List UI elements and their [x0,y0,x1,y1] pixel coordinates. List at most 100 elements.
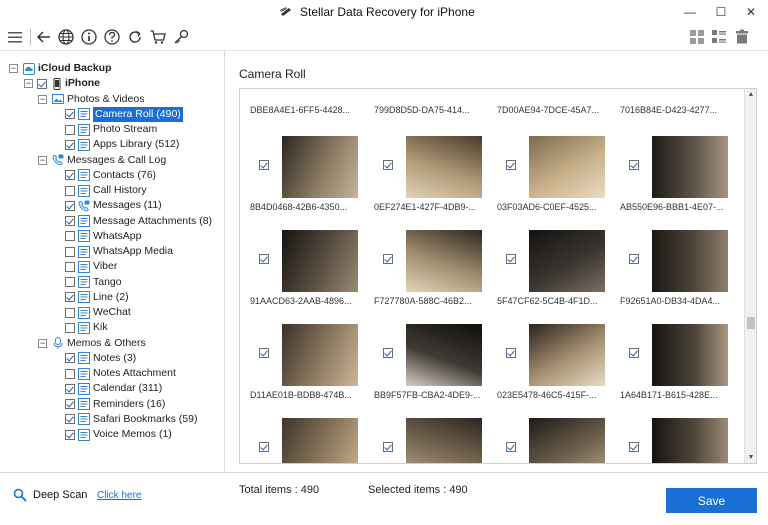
tree-item-checkbox[interactable] [65,200,75,211]
minimize-button[interactable]: — [680,3,700,21]
tree-item-checkbox[interactable] [65,170,75,181]
tree-group-memos[interactable]: − Memos & Others [0,336,224,351]
thumbnail-checkbox[interactable] [629,254,639,264]
thumbnail-item[interactable]: F727780A-588C-46B2... [374,230,498,325]
root-expander-icon[interactable]: − [9,64,18,73]
thumbnail-item[interactable]: 1A64B171-B615-428E... [620,324,744,419]
thumbnail-item[interactable]: AB550E96-BBB1-4E07-... [620,136,744,231]
tree-item-checkbox[interactable] [65,429,75,440]
back-arrow-icon[interactable] [35,28,53,46]
tree-item-checkbox[interactable] [65,109,75,120]
tree-item-checkbox[interactable] [65,185,75,196]
thumbnail-item[interactable]: 5F47CF62-5C4B-4F1D... [497,230,621,325]
tree-item-checkbox[interactable] [65,368,75,379]
tree-item-photo-stream[interactable]: Photo Stream [0,122,224,137]
tree-item-checkbox[interactable] [65,231,75,242]
group-expander-icon[interactable]: − [38,94,47,104]
thumbnail-checkbox[interactable] [259,254,269,264]
menu-icon[interactable] [6,28,24,46]
tree-item-line[interactable]: Line (2) [0,290,224,305]
thumbnail-checkbox[interactable] [629,348,639,358]
thumbnail-checkbox[interactable] [629,442,639,452]
thumbnail-item[interactable] [376,418,498,463]
thumbnail-checkbox[interactable] [259,442,269,452]
tree-item-checkbox[interactable] [65,124,75,135]
tree-item-kik[interactable]: Kik [0,320,224,335]
tree-item-checkbox[interactable] [65,414,75,425]
tree-item-checkbox[interactable] [65,246,75,257]
thumbnail-item[interactable]: 8B4D0468-42B6-4350... [250,136,374,231]
help-icon[interactable] [103,28,121,46]
thumbnail-checkbox[interactable] [383,160,393,170]
tree-item-checkbox[interactable] [65,353,75,364]
tree-item-checkbox[interactable] [65,277,75,287]
thumbnail-item[interactable]: D11AE01B-BDB8-474B... [250,324,374,419]
thumbnail-item[interactable]: F92651A0-DB34-4DA4... [620,230,744,325]
tree-item-checkbox[interactable] [65,139,75,150]
thumbnail-item[interactable] [622,418,744,463]
scroll-down-arrow-icon[interactable]: ▼ [747,454,755,461]
tree-item-checkbox[interactable] [65,261,75,272]
tree-item-reminders[interactable]: Reminders (16) [0,397,224,412]
tree-group-messages[interactable]: − Messages & Call Log [0,153,224,168]
thumbnail-checkbox[interactable] [506,348,516,358]
save-button[interactable]: Save [666,488,757,513]
info-icon[interactable] [80,28,98,46]
tree-item-checkbox[interactable] [65,307,75,318]
thumbnail-checkbox[interactable] [383,442,393,452]
tree-item-camera-roll[interactable]: Camera Roll (490) [0,106,224,122]
trash-icon[interactable] [733,28,751,46]
tree-item-apps-library[interactable]: Apps Library (512) [0,137,224,152]
tree-item-checkbox[interactable] [65,322,75,333]
tree-device-iphone[interactable]: − iPhone [0,76,224,91]
tree-item-message-attachments[interactable]: Message Attachments (8) [0,214,224,229]
deep-scan-link[interactable]: Click here [97,490,141,501]
thumbnail-checkbox[interactable] [383,348,393,358]
list-view-icon[interactable] [710,28,728,46]
group-expander-icon[interactable]: − [38,155,47,165]
tree-item-checkbox[interactable] [65,399,75,409]
device-checkbox[interactable] [37,78,47,89]
tree-item-tango[interactable]: Tango [0,275,224,290]
vertical-scrollbar[interactable]: ▲ ▼ [744,89,756,463]
maximize-button[interactable]: ☐ [711,3,731,21]
group-expander-icon[interactable]: − [38,338,47,348]
tree-group-photos[interactable]: − Photos & Videos [0,92,224,107]
thumbnail-item[interactable]: 03F03AD6-C0EF-4525... [497,136,621,231]
thumbnail-item[interactable]: 023E5478-46C5-415F-... [497,324,621,419]
tree-item-voice-memos[interactable]: Voice Memos (1) [0,427,224,442]
tree-item-messages[interactable]: Messages (11) [0,198,224,213]
tree-item-viber[interactable]: Viber [0,259,224,274]
tree-item-wechat[interactable]: WeChat [0,305,224,320]
thumbnail-checkbox[interactable] [383,254,393,264]
tree-item-checkbox[interactable] [65,292,75,303]
tree-root-icloud-backup[interactable]: − iCloud Backup [0,61,224,76]
key-icon[interactable] [172,28,190,46]
scroll-up-arrow-icon[interactable]: ▲ [747,91,755,98]
tree-item-safari-bookmarks[interactable]: Safari Bookmarks (59) [0,412,224,427]
cart-icon[interactable] [149,28,167,46]
refresh-icon[interactable] [126,28,144,46]
tree-item-whatsapp-media[interactable]: WhatsApp Media [0,244,224,259]
tree-item-call-history[interactable]: Call History [0,183,224,198]
thumbnail-checkbox[interactable] [629,160,639,170]
thumbnail-item[interactable] [499,418,621,463]
thumbnail-checkbox[interactable] [506,254,516,264]
close-button[interactable]: ✕ [741,3,761,21]
globe-icon[interactable] [57,28,75,46]
tree-item-notes[interactable]: Notes (3) [0,351,224,366]
thumbnail-checkbox[interactable] [506,160,516,170]
thumbnail-item[interactable]: 91AACD63-2AAB-4896... [250,230,374,325]
tree-item-notes-attachment[interactable]: Notes Attachment [0,366,224,381]
thumbnail-item[interactable] [252,418,374,463]
thumbnail-checkbox[interactable] [506,442,516,452]
scrollbar-thumb[interactable] [747,317,755,329]
grid-view-icon[interactable] [688,28,706,46]
thumbnail-item[interactable]: 0EF274E1-427F-4DB9-... [374,136,498,231]
tree-item-checkbox[interactable] [65,216,75,226]
tree-item-whatsapp[interactable]: WhatsApp [0,229,224,244]
thumbnail-checkbox[interactable] [259,348,269,358]
thumbnail-checkbox[interactable] [259,160,269,170]
tree-item-calendar[interactable]: Calendar (311) [0,381,224,396]
tree-item-checkbox[interactable] [65,383,75,394]
